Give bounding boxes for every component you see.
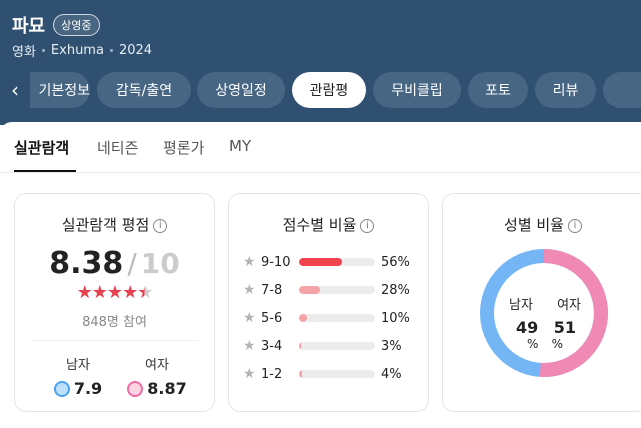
score-separator: / (127, 247, 137, 280)
score-bar (299, 286, 375, 294)
male-unit: % (527, 337, 539, 351)
male-label: 남자 (509, 298, 533, 313)
tab-schedule[interactable]: 상영일정 (197, 72, 285, 108)
star-icon: ★ (243, 282, 256, 298)
info-icon[interactable]: i (567, 218, 582, 233)
section-tabs: ‹ 기본정보 감독/출연 상영일정 관람평 무비클립 포토 리뷰 (0, 70, 641, 112)
status-badge: 상영중 (53, 14, 100, 36)
score-range: 1-2 (261, 366, 283, 382)
score-percent: 3% (381, 338, 402, 354)
male-face-icon (53, 380, 70, 397)
star-icon: ★ (91, 282, 108, 303)
average-score: 8.38 (49, 246, 124, 281)
half-star-icon: ★ (137, 282, 153, 303)
meta-dot (109, 49, 113, 52)
male-score: 7.9 (73, 379, 103, 398)
male-score-col: 남자 7.9 (43, 354, 113, 398)
max-score: 10 (140, 247, 180, 280)
score-range: 7-8 (261, 282, 283, 298)
donut-labels: 남자 여자 (509, 294, 581, 313)
score-bar-fill (299, 314, 307, 322)
meta-year: 2024 (118, 43, 153, 58)
subtab-audience[interactable]: 실관람객 (14, 137, 69, 158)
card-title: 점수별 비율 i (229, 214, 428, 235)
tab-movie-clip[interactable]: 무비클립 (373, 72, 461, 108)
gender-donut-chart (480, 249, 608, 377)
tab-review[interactable]: 리뷰 (535, 72, 596, 108)
chevron-left-icon[interactable]: ‹ (6, 78, 24, 102)
star-icon: ★ (243, 338, 256, 354)
score-distribution-card: 점수별 비율 i ★ 9-10 56% ★ 7-8 28% ★ 5-6 10% ★ 3-4 3% ★ 1-2… (228, 193, 429, 412)
rating-subtabs: 실관람객 네티즌 평론가 MY (0, 135, 641, 173)
score-percent: 10% (381, 310, 410, 326)
info-icon[interactable]: i (360, 218, 375, 233)
star-icon: ★ (243, 310, 256, 326)
tab-reviews[interactable]: 관람평 (292, 72, 366, 108)
score-bar (299, 258, 375, 266)
movie-title: 파묘 (12, 16, 46, 37)
male-percent: 49 (516, 318, 539, 337)
card-title: 성별 비율 i (443, 214, 641, 235)
score-row: ★ 3-4 3% (243, 336, 423, 356)
rating-score: 8.38/10 (15, 246, 214, 281)
score-bar (299, 314, 375, 322)
star-icon: ★ (122, 282, 138, 303)
donut-values: 49 51 (516, 318, 576, 337)
female-score-col: 여자 8.87 (122, 354, 192, 398)
score-percent: 4% (381, 366, 402, 382)
info-icon[interactable]: i (153, 218, 168, 233)
male-label: 남자 (66, 358, 90, 373)
female-label: 여자 (557, 298, 581, 313)
score-row: ★ 9-10 56% (243, 252, 423, 272)
subtab-my[interactable]: MY (229, 137, 251, 155)
meta-english-title: Exhuma (50, 43, 104, 58)
score-range: 5-6 (261, 310, 283, 326)
score-row: ★ 7-8 28% (243, 280, 423, 300)
score-range: 9-10 (261, 254, 291, 270)
score-bar-fill (299, 370, 303, 378)
female-score: 8.87 (147, 379, 187, 398)
score-bar-fill (299, 286, 321, 294)
score-range: 3-4 (261, 338, 283, 354)
divider (31, 340, 199, 341)
gender-ratio-card: 성별 비율 i 남자 여자 49 51 % % (442, 193, 641, 412)
score-bar (299, 370, 375, 378)
score-bar-fill (299, 258, 342, 266)
meta-dot (41, 49, 45, 52)
star-rating: ★★★★★ (15, 282, 214, 303)
movie-header: 파묘 상영중 영화 Exhuma 2024 ‹ 기본정보 감독/출연 상영일정 … (0, 0, 641, 125)
participant-count: 848명 참여 (82, 315, 147, 330)
star-icon: ★ (243, 254, 256, 270)
tab-basic-info[interactable]: 기본정보 (30, 72, 90, 108)
title-row: 파묘 상영중 (12, 12, 100, 38)
star-icon: ★ (243, 366, 256, 382)
score-percent: 28% (381, 282, 410, 298)
score-percent: 56% (381, 254, 410, 270)
active-subtab-indicator (14, 170, 76, 172)
score-bar-fill (299, 342, 302, 350)
female-percent: 51 (553, 318, 576, 337)
subtab-critic[interactable]: 평론가 (163, 137, 204, 158)
female-label: 여자 (145, 358, 169, 373)
female-face-icon (127, 380, 144, 397)
card-title: 실관람객 평점 i (15, 214, 214, 235)
movie-meta: 영화 Exhuma 2024 (12, 41, 152, 60)
tab-more[interactable] (603, 72, 641, 108)
score-bar (299, 342, 375, 350)
audience-rating-card: 실관람객 평점 i 8.38/10 ★★★★★ 848명 참여 남자 7.9 여자… (14, 193, 215, 412)
donut-units: % % (527, 337, 563, 351)
meta-genre: 영화 (12, 45, 36, 60)
score-row: ★ 1-2 4% (243, 364, 423, 384)
tab-director-cast[interactable]: 감독/출연 (97, 72, 191, 108)
female-unit: % (551, 337, 563, 351)
score-row: ★ 5-6 10% (243, 308, 423, 328)
subtab-netizen[interactable]: 네티즌 (97, 137, 138, 158)
star-icon: ★ (76, 282, 93, 303)
star-icon: ★ (106, 282, 123, 303)
tab-photo[interactable]: 포토 (468, 72, 528, 108)
